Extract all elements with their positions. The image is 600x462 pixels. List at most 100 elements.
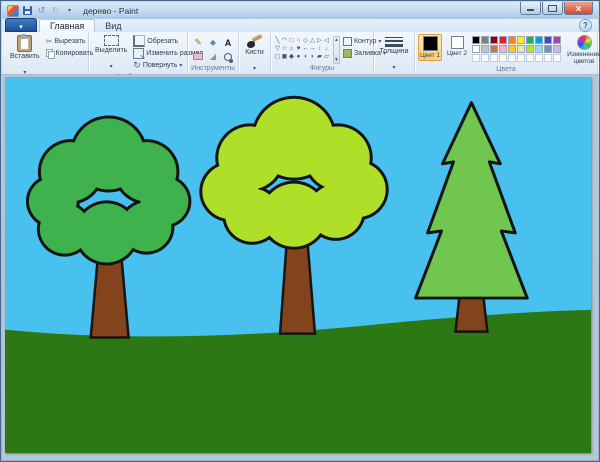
- palette-color[interactable]: [499, 36, 507, 44]
- palette-color[interactable]: [508, 36, 516, 44]
- tree-drawing[interactable]: [5, 77, 591, 453]
- shape-item[interactable]: ▷: [316, 36, 323, 44]
- redo-button[interactable]: [50, 5, 61, 16]
- ribbon-group-shapes: ╲◠□○◇△▷◁▽☆⌂♥←→↑↓◻◼◆●◖◗▰▱ ▲▼ Контур Залив…: [271, 32, 374, 74]
- shape-item[interactable]: ◖: [302, 52, 309, 60]
- shape-item[interactable]: ▰: [316, 52, 323, 60]
- shape-item[interactable]: ▱: [323, 52, 330, 60]
- paint-app-icon: [7, 5, 19, 17]
- palette-color[interactable]: [472, 45, 480, 53]
- palette-color[interactable]: [481, 45, 489, 53]
- shape-item[interactable]: △: [309, 36, 316, 44]
- undo-button[interactable]: [36, 5, 47, 16]
- pencil-tool[interactable]: [191, 36, 205, 49]
- palette-color[interactable]: [535, 45, 543, 53]
- shape-item[interactable]: ◗: [309, 52, 316, 60]
- shape-item[interactable]: ◁: [323, 36, 330, 44]
- shape-item[interactable]: →: [309, 44, 316, 52]
- palette-color[interactable]: [526, 45, 534, 53]
- palette-color[interactable]: [499, 54, 507, 62]
- palette-color[interactable]: [472, 36, 480, 44]
- shape-item[interactable]: ←: [302, 44, 309, 52]
- select-icon: [104, 35, 119, 46]
- ribbon-tab-row: Главная Вид: [2, 19, 598, 33]
- crop-icon: [133, 35, 145, 47]
- palette-color[interactable]: [508, 54, 516, 62]
- palette-color[interactable]: [544, 45, 552, 53]
- copy-button[interactable]: Копировать: [46, 48, 94, 58]
- palette-color[interactable]: [535, 36, 543, 44]
- palette-color[interactable]: [526, 36, 534, 44]
- palette-color[interactable]: [499, 45, 507, 53]
- palette-color[interactable]: [553, 36, 561, 44]
- ribbon-group-brushes: Кисти: [239, 32, 271, 74]
- fill-icon: [343, 49, 352, 58]
- shape-item[interactable]: □: [288, 36, 295, 44]
- ribbon-group-tools: Инструменты: [188, 32, 239, 74]
- palette-color[interactable]: [544, 36, 552, 44]
- palette-color[interactable]: [553, 45, 561, 53]
- palette-color[interactable]: [517, 45, 525, 53]
- shapes-scrollbar[interactable]: ▲▼: [333, 36, 340, 64]
- shape-item[interactable]: ◠: [281, 36, 288, 44]
- palette-color[interactable]: [490, 54, 498, 62]
- palette-color[interactable]: [517, 36, 525, 44]
- shape-item[interactable]: ◻: [274, 52, 281, 60]
- save-button[interactable]: [22, 5, 33, 16]
- paint-menu-button[interactable]: [5, 18, 37, 32]
- paint-canvas[interactable]: [5, 77, 591, 453]
- paint-window: дерево - Paint Главная Вид Вставить: [0, 0, 600, 462]
- caret-down-icon: [393, 56, 396, 74]
- shape-item[interactable]: ◆: [288, 52, 295, 60]
- magnifier-tool[interactable]: [221, 50, 235, 63]
- picker-tool[interactable]: [206, 50, 220, 63]
- copy-label: Копировать: [56, 50, 94, 57]
- shape-item[interactable]: ↑: [316, 44, 323, 52]
- paste-icon: [17, 35, 32, 52]
- cut-button[interactable]: Вырезать: [46, 36, 94, 46]
- color1-button[interactable]: Цвет 1: [418, 34, 442, 61]
- maximize-icon: [548, 5, 557, 12]
- shape-item[interactable]: ↓: [323, 44, 330, 52]
- shape-item[interactable]: ☆: [281, 44, 288, 52]
- select-button[interactable]: Выделить: [92, 34, 130, 74]
- palette-color[interactable]: [472, 54, 480, 62]
- palette-color[interactable]: [481, 36, 489, 44]
- palette-color[interactable]: [544, 54, 552, 62]
- paste-button[interactable]: Вставить: [7, 34, 43, 80]
- shape-item[interactable]: ◼: [281, 52, 288, 60]
- brushes-button[interactable]: Кисти: [242, 34, 267, 76]
- palette-color[interactable]: [508, 45, 516, 53]
- text-tool[interactable]: [221, 36, 235, 49]
- palette-color[interactable]: [526, 54, 534, 62]
- shape-item[interactable]: ⌂: [288, 44, 295, 52]
- shape-item[interactable]: ♥: [295, 44, 302, 52]
- help-button[interactable]: [579, 19, 592, 32]
- shapes-gallery: ╲◠□○◇△▷◁ ▽☆⌂♥←→↑↓ ◻◼◆●◖◗▰▱: [274, 34, 330, 60]
- tab-view[interactable]: Вид: [95, 20, 131, 32]
- shape-item[interactable]: ◇: [302, 36, 309, 44]
- edit-colors-button[interactable]: Изменение цветов: [564, 34, 600, 66]
- palette-color[interactable]: [481, 54, 489, 62]
- tools-grid: [191, 34, 235, 63]
- crop-label: Обрезать: [147, 38, 178, 45]
- palette-color[interactable]: [490, 36, 498, 44]
- maximize-button[interactable]: [542, 2, 563, 15]
- fill-tool[interactable]: [206, 36, 220, 49]
- close-button[interactable]: [564, 2, 593, 15]
- palette-color[interactable]: [517, 54, 525, 62]
- eraser-tool[interactable]: [191, 50, 205, 63]
- shape-item[interactable]: ▽: [274, 44, 281, 52]
- shape-item[interactable]: ╲: [274, 36, 281, 44]
- tab-home[interactable]: Главная: [39, 19, 95, 32]
- palette-color[interactable]: [535, 54, 543, 62]
- palette-color[interactable]: [553, 54, 561, 62]
- group-label-tools: Инструменты: [188, 65, 238, 74]
- minimize-button[interactable]: [520, 2, 541, 15]
- shape-item[interactable]: ●: [295, 52, 302, 60]
- size-button[interactable]: Толщина: [377, 34, 412, 75]
- palette-color[interactable]: [490, 45, 498, 53]
- color2-button[interactable]: Цвет 2: [445, 34, 469, 59]
- shape-item[interactable]: ○: [295, 36, 302, 44]
- qat-dropdown-button[interactable]: [64, 5, 75, 16]
